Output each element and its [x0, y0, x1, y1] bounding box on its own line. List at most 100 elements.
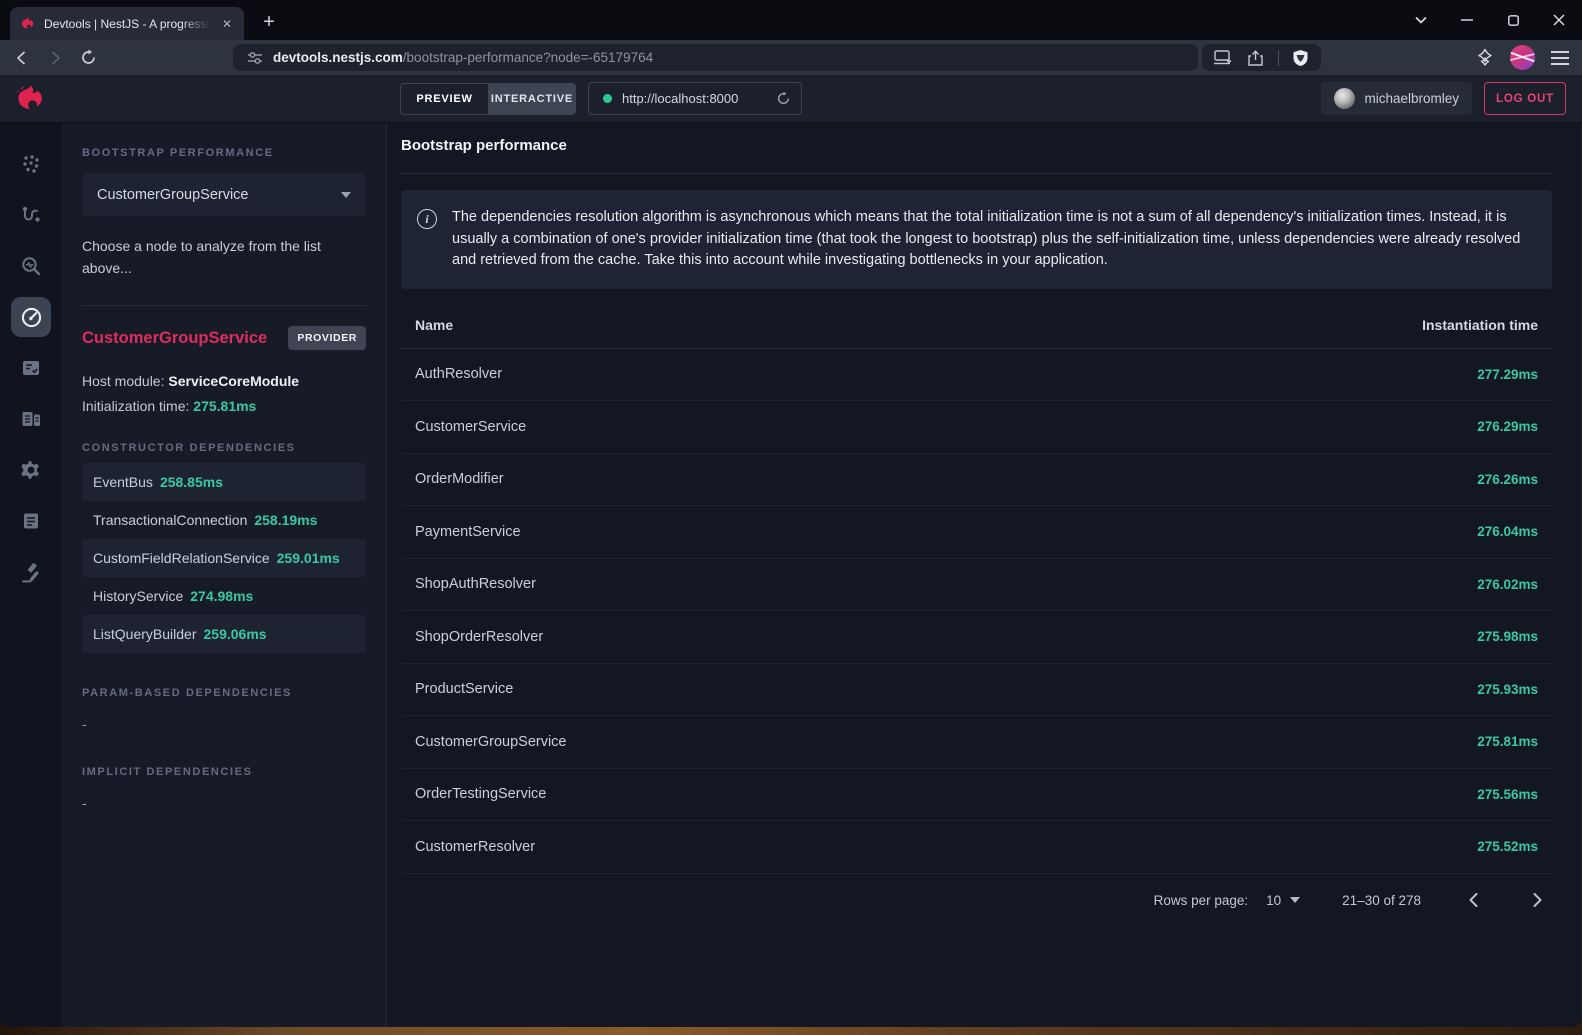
nestjs-favicon [20, 16, 36, 32]
window-controls [1398, 0, 1582, 40]
dependency-item[interactable]: HistoryService 274.98ms [82, 577, 366, 615]
row-name: OrderTestingService [415, 786, 546, 802]
previous-page-button[interactable] [1461, 888, 1485, 912]
node-select-value: CustomerGroupService [97, 187, 341, 203]
reload-button[interactable] [78, 48, 98, 68]
table-row[interactable]: CustomerResolver 275.52ms [401, 821, 1552, 874]
panel-divider [82, 305, 366, 306]
table-row[interactable]: ShopAuthResolver 276.02ms [401, 559, 1552, 612]
site-settings-icon[interactable] [247, 51, 263, 65]
host-module-line: Host module: ServiceCoreModule [82, 369, 366, 394]
nav-modules-icon[interactable] [11, 399, 51, 439]
extensions-icon[interactable] [1475, 48, 1495, 68]
nav-settings-icon[interactable] [11, 450, 51, 490]
browser-tab[interactable]: Devtools | NestJS - A progressive ✕ [10, 7, 244, 40]
node-name: CustomerGroupService [82, 329, 267, 348]
implicit-deps-title: IMPLICIT DEPENDENCIES [82, 766, 366, 778]
row-name: CustomerGroupService [415, 734, 567, 750]
next-page-button[interactable] [1525, 888, 1549, 912]
row-time: 275.81ms [1477, 734, 1538, 749]
dependency-item[interactable]: TransactionalConnection 258.19ms [82, 501, 366, 539]
page-nav [1461, 888, 1549, 912]
dependency-item[interactable]: ListQueryBuilder 259.06ms [82, 615, 366, 653]
implicit-deps-empty: - [82, 795, 366, 811]
dependency-time: 259.06ms [204, 626, 267, 642]
target-url-box[interactable]: http://localhost:8000 [588, 82, 802, 115]
row-time: 276.29ms [1477, 419, 1538, 434]
node-select[interactable]: CustomerGroupService [82, 173, 366, 216]
interactive-tab[interactable]: INTERACTIVE [488, 83, 576, 115]
performance-table: Name Instantiation time AuthResolver 277… [401, 302, 1552, 927]
param-deps-title: PARAM-BASED DEPENDENCIES [82, 687, 366, 699]
nav-audit-icon[interactable] [11, 552, 51, 592]
row-name: CustomerResolver [415, 839, 535, 855]
row-name: AuthResolver [415, 366, 502, 382]
browser-window: Devtools | NestJS - A progressive ✕ + [0, 0, 1582, 1027]
page-range: 21–30 of 278 [1342, 893, 1421, 908]
dependency-name: ListQueryBuilder [93, 626, 197, 642]
forward-button[interactable] [45, 48, 65, 68]
dependency-item[interactable]: EventBus 258.85ms [82, 463, 366, 501]
param-deps-empty: - [82, 716, 366, 732]
node-details: Host module: ServiceCoreModule Initializ… [82, 369, 366, 418]
tab-search-chevron-icon[interactable] [1398, 4, 1444, 36]
window-minimize-button[interactable] [1444, 4, 1490, 36]
row-time: 277.29ms [1477, 367, 1538, 382]
main-content: Bootstrap performance i The dependencies… [387, 123, 1582, 1027]
table-row[interactable]: ShopOrderResolver 275.98ms [401, 611, 1552, 664]
panel-section-title: BOOTSTRAP PERFORMANCE [82, 147, 366, 159]
tab-close-icon[interactable]: ✕ [218, 15, 236, 33]
dependency-time: 274.98ms [190, 588, 253, 604]
constructor-deps-list: EventBus 258.85ms TransactionalConnectio… [82, 463, 366, 653]
row-time: 276.04ms [1477, 524, 1538, 539]
user-avatar [1334, 88, 1355, 109]
profile-avatar[interactable] [1510, 45, 1535, 70]
nav-checklist-icon[interactable] [11, 348, 51, 388]
table-row[interactable]: OrderTestingService 275.56ms [401, 769, 1552, 822]
address-bar[interactable]: devtools.nestjs.com/bootstrap-performanc… [233, 44, 1198, 71]
brave-shields-icon[interactable] [1292, 49, 1309, 67]
new-tab-button[interactable]: + [258, 11, 280, 34]
row-time: 275.56ms [1477, 787, 1538, 802]
table-row[interactable]: CustomerGroupService 275.81ms [401, 716, 1552, 769]
preview-tab[interactable]: PREVIEW [400, 83, 488, 115]
nav-routes-icon[interactable] [11, 195, 51, 235]
share-icon[interactable] [1247, 50, 1265, 66]
nav-docs-icon[interactable] [11, 501, 51, 541]
dependency-time: 258.19ms [254, 512, 317, 528]
app-logo[interactable] [0, 82, 62, 116]
row-name: ShopOrderResolver [415, 629, 543, 645]
pagination: Rows per page: 10 21–30 of 278 [401, 874, 1552, 927]
refresh-icon[interactable] [776, 91, 791, 106]
logout-button[interactable]: LOG OUT [1484, 82, 1566, 115]
table-row[interactable]: ProductService 275.93ms [401, 664, 1552, 717]
chevron-down-icon [341, 192, 351, 198]
mode-toggle: PREVIEW INTERACTIVE [400, 83, 576, 115]
send-to-device-icon[interactable] [1214, 50, 1234, 65]
table-row[interactable]: CustomerService 276.29ms [401, 401, 1552, 454]
nav-bootstrap-performance-icon[interactable] [11, 297, 51, 337]
menu-icon[interactable] [1550, 50, 1570, 66]
table-row[interactable]: PaymentService 276.04ms [401, 506, 1552, 559]
page-title: Bootstrap performance [401, 137, 1552, 174]
info-banner: i The dependencies resolution algorithm … [401, 190, 1552, 289]
nav-inspect-icon[interactable] [11, 246, 51, 286]
host-module-value: ServiceCoreModule [168, 373, 299, 389]
window-close-button[interactable] [1536, 4, 1582, 36]
table-row[interactable]: AuthResolver 277.29ms [401, 349, 1552, 402]
chevron-down-icon [1290, 897, 1300, 903]
nav-graph-icon[interactable] [11, 144, 51, 184]
toolbar-actions [1202, 44, 1321, 71]
window-maximize-button[interactable] [1490, 4, 1536, 36]
dependency-item[interactable]: CustomFieldRelationService 259.01ms [82, 539, 366, 577]
table-row[interactable]: OrderModifier 276.26ms [401, 454, 1552, 507]
row-time: 275.52ms [1477, 839, 1538, 854]
back-button[interactable] [12, 48, 32, 68]
toolbar-right [1475, 45, 1570, 70]
rows-per-page-select[interactable]: 10 [1266, 893, 1300, 908]
user-chip[interactable]: michaelbromley [1321, 82, 1472, 115]
row-name: ProductService [415, 681, 513, 697]
row-time: 276.26ms [1477, 472, 1538, 487]
url-text[interactable]: devtools.nestjs.com/bootstrap-performanc… [273, 50, 653, 65]
dependency-name: EventBus [93, 474, 153, 490]
